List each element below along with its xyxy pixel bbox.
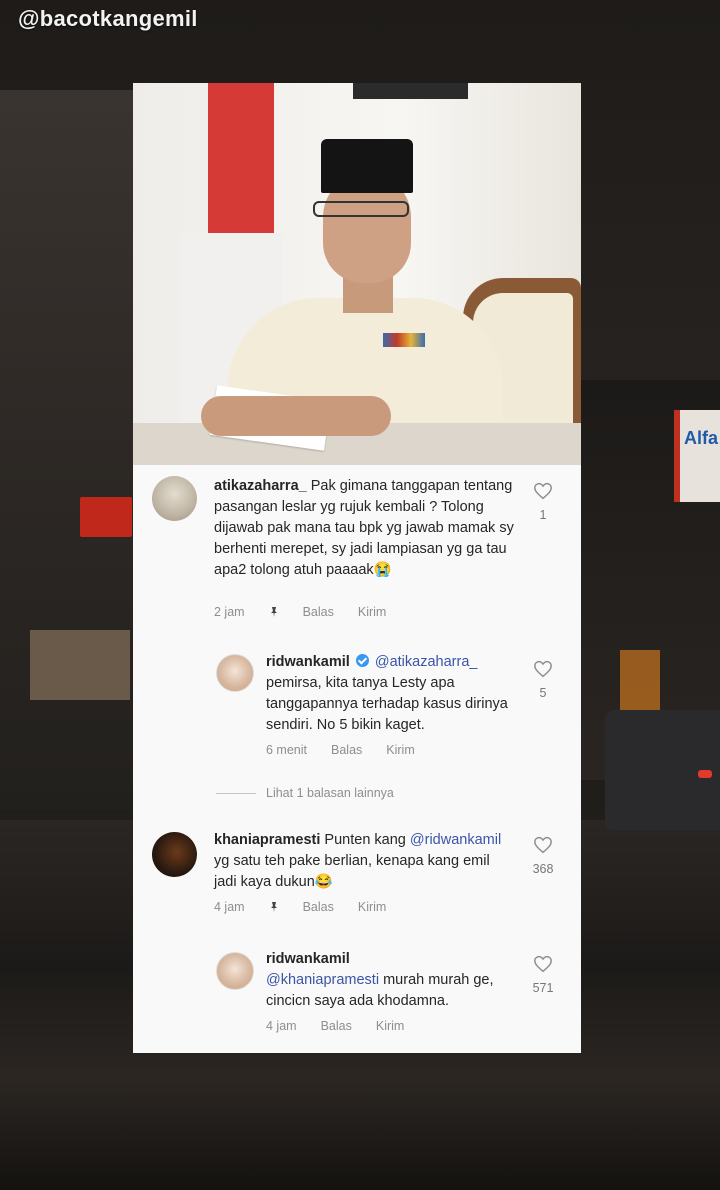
avatar[interactable]: [216, 654, 254, 692]
comment-list: atikazaharra_ Pak gimana tanggapan tenta…: [133, 465, 581, 1053]
like-count: 571: [532, 981, 554, 995]
comment-username[interactable]: khaniapramesti: [214, 832, 320, 848]
glasses: [313, 201, 409, 217]
heart-icon[interactable]: [533, 836, 553, 854]
background-store-sign: Alfa: [674, 410, 720, 502]
watermark: @bacotkangemil: [18, 6, 198, 31]
background-red-sign: [80, 497, 132, 537]
avatar[interactable]: [152, 832, 197, 877]
comment-body: atikazaharra_ Pak gimana tanggapan tenta…: [214, 476, 514, 581]
comment-meta: 6 menit Balas Kirim: [266, 743, 439, 757]
comment-username[interactable]: ridwankamil: [266, 654, 350, 670]
comment-body: khaniapramesti Punten kang @ridwankamil …: [214, 830, 514, 893]
wall-frame: [353, 83, 468, 99]
background-building: [0, 90, 135, 810]
verified-badge-icon: [355, 654, 369, 667]
avatar[interactable]: [152, 476, 197, 521]
view-more-replies-link[interactable]: Lihat 1 balasan lainnya: [216, 786, 394, 800]
comment-meta: 4 jam Balas Kirim: [266, 1019, 428, 1033]
send-button[interactable]: Kirim: [358, 605, 386, 619]
comment-text-prefix: Punten kang: [324, 832, 406, 848]
comment-mention[interactable]: @khaniapramesti: [266, 972, 379, 988]
send-button[interactable]: Kirim: [386, 743, 414, 757]
reply-button[interactable]: Balas: [303, 605, 334, 619]
heart-icon[interactable]: [533, 660, 553, 678]
pin-icon[interactable]: [269, 902, 279, 912]
background-shop: [30, 630, 130, 700]
comment-mention[interactable]: @atikazaharra_: [375, 654, 478, 670]
comment-time: 4 jam: [214, 900, 245, 914]
like-count: 368: [532, 862, 554, 876]
comment-mention[interactable]: @ridwankamil: [410, 832, 501, 848]
comment-text: pemirsa, kita tanya Lesty apa tanggapann…: [266, 675, 508, 733]
instagram-screenshot-card: atikazaharra_ Pak gimana tanggapan tenta…: [133, 83, 581, 1053]
like-count: 5: [539, 686, 547, 700]
send-button[interactable]: Kirim: [376, 1019, 404, 1033]
reply-button[interactable]: Balas: [331, 743, 362, 757]
pin-icon[interactable]: [269, 607, 279, 617]
comment-time: 6 menit: [266, 743, 307, 757]
reply-button[interactable]: Balas: [321, 1019, 352, 1033]
avatar[interactable]: [216, 952, 254, 990]
comment-meta: 2 jam Balas Kirim: [214, 605, 410, 619]
post-photo: [133, 83, 581, 465]
comment-text: yg satu teh pake berlian, kenapa kang em…: [214, 853, 490, 890]
comment-username[interactable]: atikazaharra_: [214, 478, 307, 494]
like-count: 1: [539, 508, 547, 522]
send-button[interactable]: Kirim: [358, 900, 386, 914]
hands: [201, 396, 391, 436]
comment-time: 4 jam: [266, 1019, 297, 1033]
background-car-taillight: [698, 770, 712, 778]
peci-cap: [321, 139, 413, 193]
comment-body: ridwankamil @khaniapramesti murah murah …: [266, 949, 526, 1012]
comment-meta: 4 jam Balas Kirim: [214, 900, 410, 914]
comment-time: 2 jam: [214, 605, 245, 619]
medal-ribbons: [383, 333, 425, 347]
heart-icon[interactable]: [533, 955, 553, 973]
reply-button[interactable]: Balas: [303, 900, 334, 914]
heart-icon[interactable]: [533, 482, 553, 500]
comment-username[interactable]: ridwankamil: [266, 951, 350, 967]
comment-body: ridwankamil @atikazaharra_ pemirsa, kita…: [266, 652, 516, 736]
